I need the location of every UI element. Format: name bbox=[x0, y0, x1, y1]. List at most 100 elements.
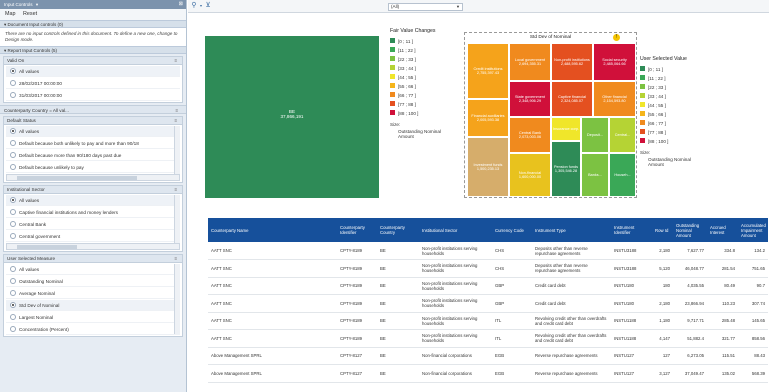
pin-icon[interactable]: ≡ bbox=[175, 106, 178, 115]
radio-icon[interactable] bbox=[10, 325, 16, 332]
treemap-tile[interactable]: Local government 2,694,355.31 bbox=[509, 43, 551, 81]
column-header[interactable]: Row Id bbox=[652, 218, 673, 242]
user-selected-measure-header[interactable]: User Selected Measure ≡ bbox=[4, 255, 182, 263]
column-header[interactable]: Institutional Sector bbox=[419, 218, 492, 242]
table-row[interactable]: AATT SNC CPTY-8189 BE Non-profit institutio… bbox=[208, 294, 768, 313]
radio-selected-icon[interactable] bbox=[10, 301, 16, 308]
column-header[interactable]: Outstanding Nominal Amount bbox=[673, 218, 707, 242]
pin-icon[interactable]: ≡ bbox=[174, 255, 177, 263]
vertical-scrollbar[interactable] bbox=[174, 126, 180, 174]
radio-icon[interactable] bbox=[10, 139, 16, 146]
measure-option[interactable]: Outstanding Nominal bbox=[6, 276, 180, 287]
map-link[interactable]: Map bbox=[5, 11, 16, 17]
valid-on-option[interactable]: 31/03/2017 00:00:00 bbox=[6, 90, 180, 101]
treemap-tile[interactable]: Captive financial 2,324,085.07 bbox=[551, 81, 593, 117]
radio-icon[interactable] bbox=[10, 289, 16, 296]
table-row[interactable]: AATT SNC CPTY-8189 BE Non-profit institutio… bbox=[208, 259, 768, 278]
warning-icon[interactable]: ! bbox=[613, 34, 620, 41]
treemap-tile[interactable]: Pension funds 1,305,546.28 bbox=[551, 141, 581, 197]
institutional-sector-option[interactable]: Central government bbox=[6, 231, 180, 242]
institutional-sector-option[interactable]: Central Bank bbox=[6, 219, 180, 230]
pin-icon[interactable]: ≡ bbox=[174, 57, 177, 65]
table-row[interactable]: AATT SNC CPTY-8189 BE Non-profit institutio… bbox=[208, 312, 768, 330]
radio-icon[interactable] bbox=[10, 91, 16, 98]
scrollbar-thumb[interactable] bbox=[17, 245, 77, 249]
column-header[interactable]: Accrued Interest bbox=[707, 218, 738, 242]
radio-icon[interactable] bbox=[10, 265, 16, 272]
horizontal-scrollbar[interactable] bbox=[6, 243, 180, 250]
measure-option[interactable]: Average Nominal bbox=[6, 288, 180, 299]
treemap-tile[interactable]: State government 2,348,906.29 bbox=[509, 81, 551, 117]
column-header[interactable]: Currency Code bbox=[492, 218, 532, 242]
treemap-tile[interactable]: Insurance corp. bbox=[551, 117, 581, 141]
treemap-tile[interactable]: Non-financial 1,600,000.00 bbox=[509, 153, 551, 197]
measure-option[interactable]: Std Dev of Nominal bbox=[6, 300, 180, 311]
radio-icon[interactable] bbox=[10, 163, 16, 170]
vertical-scrollbar[interactable] bbox=[174, 195, 180, 243]
panel-titlebar[interactable]: Input Controls ▾ ⊠ bbox=[0, 0, 186, 9]
default-status-option[interactable]: All values bbox=[6, 126, 180, 137]
vertical-scrollbar[interactable] bbox=[174, 264, 180, 334]
institutional-sector-header[interactable]: Institutional Sector ≡ bbox=[4, 186, 182, 194]
column-header[interactable]: Accumulated Impairment Amount bbox=[738, 218, 768, 242]
country-treemap-tile[interactable]: BE 37,866,191 bbox=[205, 36, 379, 198]
horizontal-scrollbar[interactable] bbox=[6, 174, 180, 181]
radio-icon[interactable] bbox=[10, 313, 16, 320]
reset-link[interactable]: Reset bbox=[23, 11, 37, 17]
treemap-tile[interactable]: Banks... bbox=[581, 153, 609, 197]
radio-selected-icon[interactable] bbox=[10, 127, 16, 134]
radio-icon[interactable] bbox=[10, 79, 16, 86]
filter-bar-icon[interactable]: ⊻ bbox=[204, 2, 212, 10]
column-header[interactable]: Instrument Type bbox=[532, 218, 611, 242]
measure-option[interactable]: All values bbox=[6, 264, 180, 275]
treemap-tile[interactable]: Financial auxiliaries 2,005,593.38 bbox=[467, 99, 509, 137]
valid-on-header[interactable]: Valid On ≡ bbox=[4, 57, 182, 65]
chevron-down-icon[interactable]: ▼ bbox=[456, 4, 460, 10]
valid-on-option[interactable]: 28/02/2017 00:00:00 bbox=[6, 78, 180, 89]
radio-icon[interactable] bbox=[10, 151, 16, 158]
table-row[interactable]: AATT SNC CPTY-8189 BE Non-profit institutio… bbox=[208, 242, 768, 260]
radio-icon[interactable] bbox=[10, 208, 16, 215]
column-header[interactable]: Counterparty Identifier bbox=[337, 218, 377, 242]
report-input-controls-header[interactable]: ▾ Report Input Controls (5) bbox=[0, 46, 186, 54]
filter-combo[interactable]: (All) ▼ bbox=[388, 3, 463, 11]
radio-icon[interactable] bbox=[10, 277, 16, 284]
table-row[interactable]: AATT SNC CPTY-8189 BE Non-profit institutio… bbox=[208, 329, 768, 348]
valid-on-option[interactable]: All values bbox=[6, 66, 180, 77]
pin-icon[interactable]: ≡ bbox=[174, 186, 177, 194]
table-row[interactable]: Above Management SPRL CPTY-8127 BE Non-fina… bbox=[208, 347, 768, 365]
treemap-tile[interactable]: Credit institutions 2,755,397.43 bbox=[467, 43, 509, 99]
treemap-tile[interactable]: Social security 2,485,064.66 bbox=[593, 43, 636, 81]
radio-icon[interactable] bbox=[10, 220, 16, 227]
column-header[interactable]: Counterparty Country bbox=[377, 218, 419, 242]
table-row[interactable]: AATT SNC CPTY-8189 BE Non-profit institutio… bbox=[208, 277, 768, 295]
scrollbar-thumb[interactable] bbox=[17, 176, 137, 180]
treemap-tile[interactable]: Central Bank 2,073,003.06 bbox=[509, 117, 551, 153]
institutional-sector-option[interactable]: Captive financial institutions and money… bbox=[6, 207, 180, 218]
default-status-option[interactable]: Default because more than 90/180 days pa… bbox=[6, 150, 180, 161]
panel-close-icon[interactable]: ⊠ bbox=[179, 0, 183, 9]
pin-icon[interactable]: ≡ bbox=[174, 117, 177, 125]
radio-selected-icon[interactable] bbox=[10, 67, 16, 74]
radio-selected-icon[interactable] bbox=[10, 196, 16, 203]
column-header[interactable]: Counterparty Name bbox=[208, 218, 337, 242]
tile-text: Credit institutions 2,755,397.43 bbox=[473, 67, 502, 76]
treemap-tile[interactable]: Househ... bbox=[609, 153, 636, 197]
treemap-tile[interactable]: Other financial 2,154,593.80 bbox=[593, 81, 636, 117]
treemap-tile[interactable]: Non-profit institutions 2,488,595.62 bbox=[551, 43, 593, 81]
measure-option[interactable]: Concentration (Percent) bbox=[6, 324, 180, 335]
default-status-option[interactable]: Default because unlikely to pay bbox=[6, 162, 180, 173]
counterparty-country-control[interactable]: Counterparty Country = All val... ≡ bbox=[0, 105, 186, 114]
institutional-sector-option[interactable]: All values bbox=[6, 195, 180, 206]
document-input-controls-header[interactable]: ▾ Document Input controls (0) bbox=[0, 20, 186, 28]
radio-icon[interactable] bbox=[10, 232, 16, 239]
treemap-tile[interactable]: Investment funds 1,500,235.13 bbox=[467, 137, 509, 197]
table-row[interactable]: Above Management SPRL CPTY-8127 BE Non-fina… bbox=[208, 364, 768, 383]
column-header[interactable]: Instrument Identifier bbox=[611, 218, 652, 242]
treemap-tile[interactable]: Central... bbox=[609, 117, 636, 153]
default-status-option[interactable]: Default because both unlikely to pay and… bbox=[6, 138, 180, 149]
default-status-header[interactable]: Default Status ≡ bbox=[4, 117, 182, 125]
panel-dropdown-icon[interactable]: ▾ bbox=[36, 2, 38, 7]
measure-option[interactable]: Largest Nominal bbox=[6, 312, 180, 323]
treemap-tile[interactable]: Deposit... bbox=[581, 117, 609, 153]
